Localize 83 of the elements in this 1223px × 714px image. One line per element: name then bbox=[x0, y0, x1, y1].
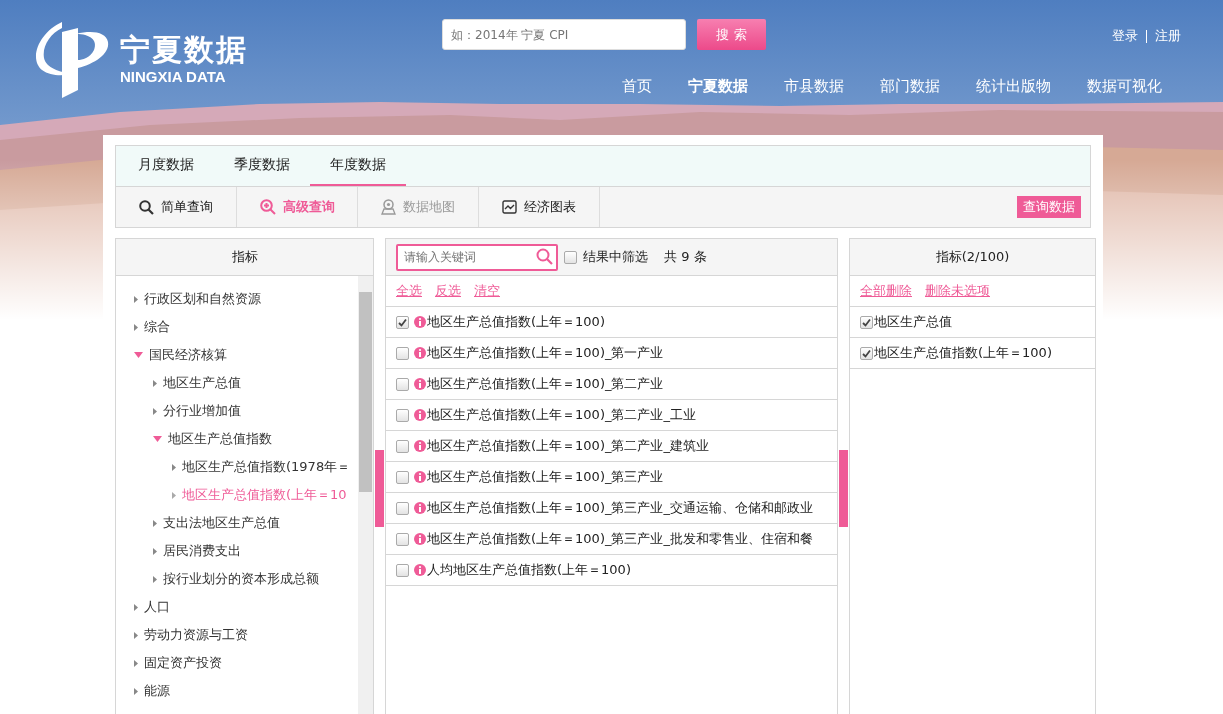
caret-right-icon[interactable] bbox=[134, 295, 138, 303]
search-icon[interactable] bbox=[536, 247, 553, 265]
checkbox[interactable] bbox=[396, 377, 409, 391]
tree-item[interactable]: 劳动力资源与工资 bbox=[144, 626, 248, 644]
info-icon bbox=[414, 440, 426, 452]
caret-right-icon[interactable] bbox=[172, 491, 176, 499]
checkbox[interactable] bbox=[860, 315, 873, 329]
caret-right-icon[interactable] bbox=[153, 379, 157, 387]
indicator-label: 地区生产总值指数(上年＝100)_第二产业_工业 bbox=[427, 406, 696, 424]
tree-item[interactable]: 支出法地区生产总值 bbox=[163, 514, 280, 532]
info-icon bbox=[414, 471, 426, 483]
panel-title: 指标 bbox=[116, 239, 373, 276]
map-pin-icon bbox=[381, 199, 396, 215]
info-icon bbox=[414, 409, 426, 421]
checkbox[interactable] bbox=[396, 439, 409, 453]
tree-item[interactable]: 分行业增加值 bbox=[163, 402, 241, 420]
tree-item[interactable]: 居民消费支出 bbox=[163, 542, 241, 560]
search-icon bbox=[139, 199, 154, 215]
checkbox[interactable] bbox=[396, 563, 409, 577]
chart-icon bbox=[502, 200, 517, 214]
splitter-handle[interactable] bbox=[375, 450, 384, 527]
tree-item[interactable]: 人口 bbox=[144, 598, 170, 616]
caret-right-icon[interactable] bbox=[153, 519, 157, 527]
checkbox[interactable] bbox=[396, 470, 409, 484]
tab[interactable]: 季度数据 bbox=[214, 146, 310, 186]
tree-item[interactable]: 综合 bbox=[144, 318, 170, 336]
indicator-label: 地区生产总值指数(上年＝100) bbox=[427, 313, 605, 331]
toolbar-button[interactable]: 简单查询 bbox=[116, 187, 237, 227]
checkbox[interactable] bbox=[396, 346, 409, 360]
scrollbar[interactable] bbox=[358, 276, 373, 714]
caret-down-icon[interactable] bbox=[153, 436, 162, 442]
info-icon bbox=[414, 564, 426, 576]
checkbox-label: 结果中筛选 bbox=[583, 248, 648, 266]
tree-item[interactable]: 行政区划和自然资源 bbox=[144, 290, 261, 308]
toolbar-button[interactable]: 经济图表 bbox=[479, 187, 600, 227]
caret-right-icon[interactable] bbox=[134, 687, 138, 695]
result-count: 共 9 条 bbox=[664, 248, 707, 266]
indicator-label: 地区生产总值指数(上年＝100)_第三产业 bbox=[427, 468, 664, 486]
checkbox[interactable] bbox=[396, 501, 409, 515]
caret-right-icon[interactable] bbox=[172, 463, 176, 471]
info-icon bbox=[414, 347, 426, 359]
checkbox[interactable] bbox=[860, 346, 873, 360]
splitter-handle[interactable] bbox=[839, 450, 848, 527]
zoom-in-icon bbox=[259, 199, 276, 215]
indicator-label: 地区生产总值指数(上年＝100)_第二产业_建筑业 bbox=[427, 437, 709, 455]
caret-right-icon[interactable] bbox=[134, 659, 138, 667]
info-icon bbox=[414, 502, 426, 514]
checkbox[interactable] bbox=[396, 315, 409, 329]
caret-right-icon[interactable] bbox=[134, 603, 138, 611]
checkbox[interactable] bbox=[396, 408, 409, 422]
keyword-field[interactable]: 请输入关键词 bbox=[396, 243, 558, 271]
logo-title: 宁夏数据 bbox=[120, 31, 248, 68]
indicator-label: 地区生产总值指数(上年＝100)_第一产业 bbox=[427, 344, 664, 362]
account-link[interactable]: 注册 bbox=[1155, 27, 1181, 45]
tree-item[interactable]: 固定资产投资 bbox=[144, 654, 222, 672]
indicator-label: 地区生产总值指数(上年＝100)_第二产业 bbox=[427, 375, 664, 393]
search-field[interactable]: 如：2014年 宁夏 CPI bbox=[442, 19, 686, 50]
info-icon bbox=[414, 378, 426, 390]
tree-item[interactable]: 地区生产总值指数 bbox=[168, 430, 272, 448]
indicator-label: 地区生产总值指数(上年＝100)_第三产业_批发和零售业、住宿和餐 bbox=[427, 530, 813, 548]
account-link[interactable]: 登录 bbox=[1112, 27, 1138, 45]
caret-right-icon[interactable] bbox=[134, 323, 138, 331]
caret-right-icon[interactable] bbox=[153, 575, 157, 583]
indicator-label: 人均地区生产总值指数(上年＝100) bbox=[427, 561, 631, 579]
caret-right-icon[interactable] bbox=[153, 547, 157, 555]
panel-title: 指标(2/100) bbox=[850, 239, 1095, 276]
tree-item[interactable]: 能源 bbox=[144, 682, 170, 700]
logo-subtitle: NINGXIA DATA bbox=[120, 67, 227, 85]
tree-item[interactable]: 按行业划分的资本形成总额 bbox=[163, 570, 319, 588]
indicator-label: 地区生产总值指数(上年＝100)_第三产业_交通运输、仓储和邮政业 bbox=[427, 499, 813, 517]
checkbox[interactable] bbox=[564, 250, 577, 264]
tree-item[interactable]: 国民经济核算 bbox=[149, 346, 227, 364]
info-icon bbox=[414, 316, 426, 328]
caret-down-icon[interactable] bbox=[134, 352, 143, 358]
indicator-label: 地区生产总值指数(上年＝100) bbox=[874, 344, 1052, 362]
info-icon bbox=[414, 533, 426, 545]
caret-right-icon[interactable] bbox=[153, 407, 157, 415]
checkbox[interactable] bbox=[396, 532, 409, 546]
tab[interactable]: 月度数据 bbox=[118, 146, 214, 186]
caret-right-icon[interactable] bbox=[134, 631, 138, 639]
tree-item[interactable]: 地区生产总值指数(1978年＝ bbox=[182, 458, 351, 476]
tree-item[interactable]: 地区生产总值 bbox=[163, 374, 241, 392]
indicator-label: 地区生产总值 bbox=[874, 313, 952, 331]
